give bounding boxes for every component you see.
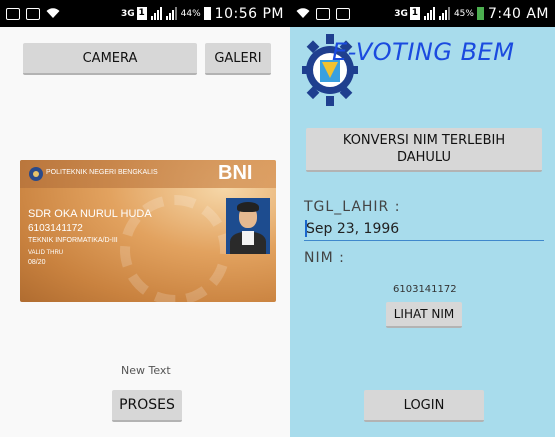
sim-badge: 1 <box>136 7 147 20</box>
network-type: 3G <box>121 8 135 19</box>
image-notification-icon <box>316 7 330 20</box>
battery-icon <box>476 7 484 20</box>
card-number: 6103141172 <box>28 223 83 234</box>
nim-label: NIM : <box>304 250 345 266</box>
card-valid-date: 08/20 <box>28 259 46 266</box>
card-valid-label: VALID THRU <box>28 250 64 256</box>
battery-percent: 44% <box>180 8 201 19</box>
clock: 7:40 AM <box>487 5 549 22</box>
signal-icon <box>423 7 435 20</box>
text-cursor <box>305 220 307 237</box>
login-button[interactable]: LOGIN <box>364 390 484 422</box>
signal-icon-2 <box>165 7 177 20</box>
polytechnic-logo-icon <box>29 167 43 181</box>
process-button[interactable]: PROSES <box>112 390 182 422</box>
id-card-image: POLITEKNIK NEGERI BENGKALIS BNI SDR OKA … <box>20 160 276 302</box>
image-notification-icon <box>6 7 20 20</box>
wifi-icon <box>46 4 60 23</box>
signal-icon <box>150 7 162 20</box>
battery-icon <box>203 7 211 20</box>
dob-label: TGL_LAHIR : <box>304 199 401 215</box>
wifi-icon <box>296 4 310 23</box>
convert-nim-button[interactable]: KONVERSI NIM TERLEBIH DAHULU <box>306 128 542 172</box>
card-bank-logo: BNI <box>218 162 253 184</box>
clock: 10:56 PM <box>214 5 284 22</box>
app-title: E-VOTING BEM <box>332 38 515 66</box>
result-text: New Text <box>121 364 171 377</box>
view-nim-button[interactable]: LIHAT NIM <box>386 302 462 328</box>
message-notification-icon <box>336 7 350 20</box>
camera-button[interactable]: CAMERA <box>23 43 197 75</box>
dob-input[interactable] <box>304 217 544 241</box>
network-type: 3G <box>394 8 408 19</box>
status-bar: 3G 1 45% 7:40 AM <box>290 0 555 27</box>
message-notification-icon <box>26 7 40 20</box>
card-institution: POLITEKNIK NEGERI BENGKALIS <box>46 169 158 176</box>
card-program: TEKNIK INFORMATIKA/D-III <box>28 237 118 244</box>
gallery-button[interactable]: GALERI <box>205 43 271 75</box>
signal-icon-2 <box>438 7 450 20</box>
status-bar: 3G 1 44% 10:56 PM <box>0 0 290 27</box>
camera-screen: 3G 1 44% 10:56 PM CAMERA GALERI POLITEKN… <box>0 0 290 437</box>
card-name: SDR OKA NURUL HUDA <box>28 208 152 220</box>
card-photo <box>226 198 270 254</box>
sim-badge: 1 <box>409 7 420 20</box>
nim-value: 6103141172 <box>393 284 457 295</box>
battery-percent: 45% <box>453 8 474 19</box>
voting-screen: 3G 1 45% 7:40 AM E-VOTING BEM KONVERSI N… <box>290 0 555 437</box>
